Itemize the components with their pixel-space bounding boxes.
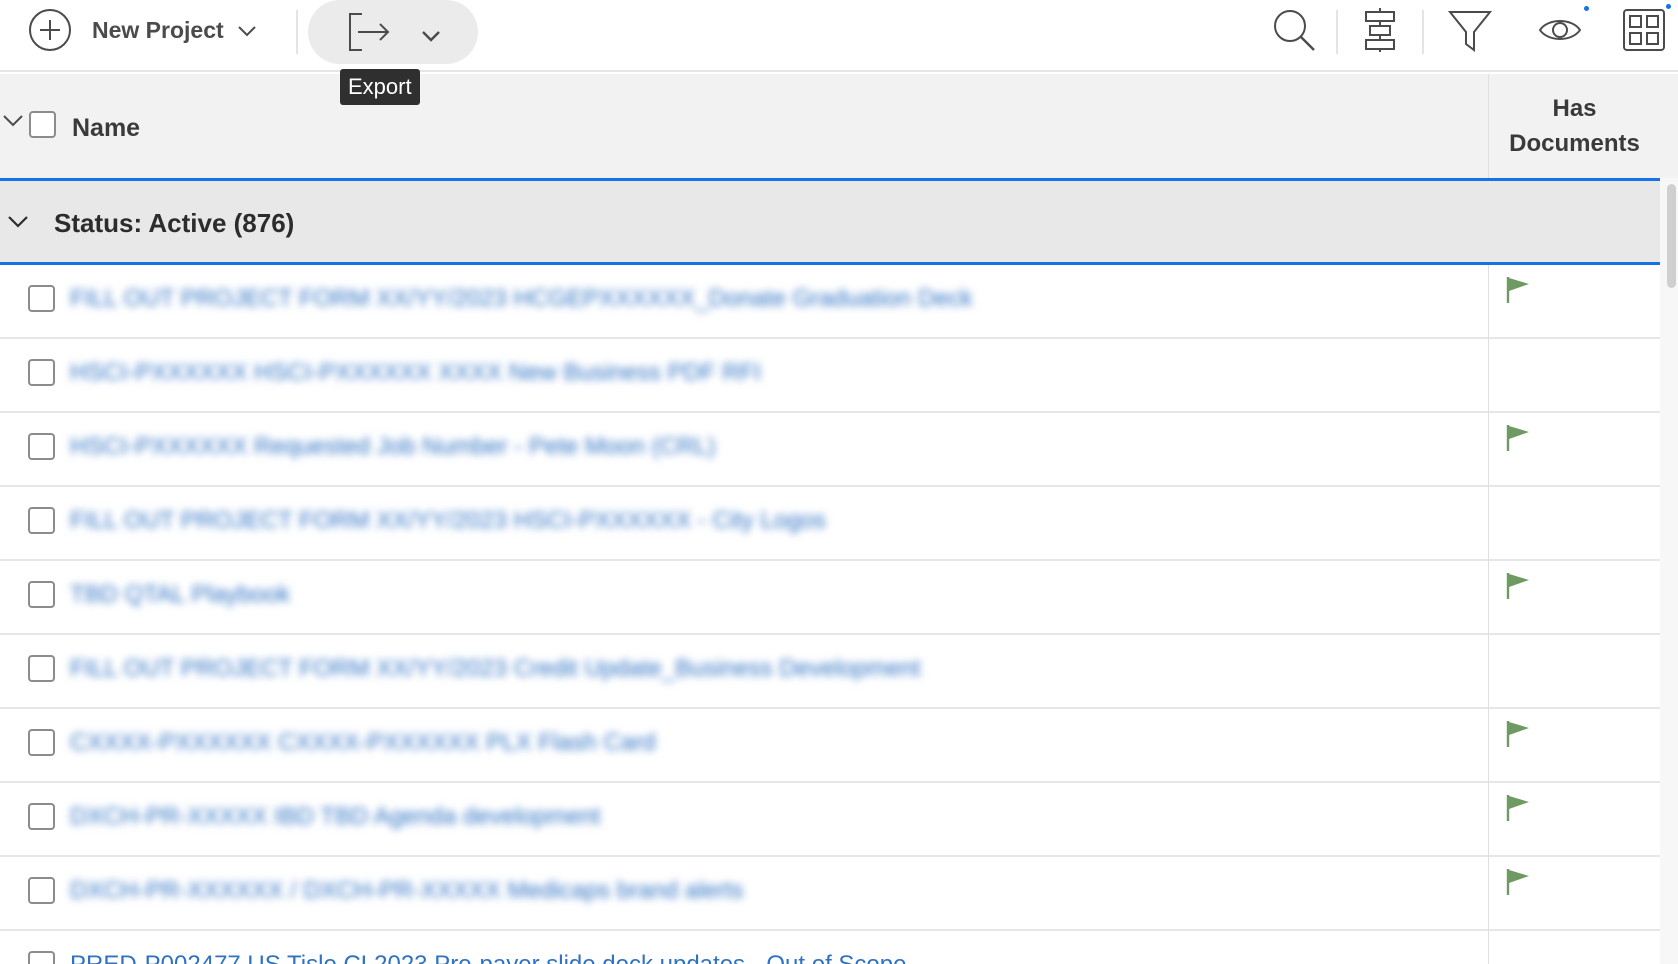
filter-icon[interactable] xyxy=(1446,6,1494,54)
table-header: Name Has Documents xyxy=(0,74,1678,178)
project-name-link[interactable]: PRED-P002477 US Tisle CL2023 Pre-payer s… xyxy=(70,951,906,964)
table-row[interactable]: CXXXX-PXXXXXX CXXXX-PXXXXXX PLX Flash Ca… xyxy=(0,709,1660,783)
toolbar-divider xyxy=(296,10,298,54)
flag-icon xyxy=(1506,573,1529,599)
row-checkbox[interactable] xyxy=(28,877,55,904)
chevron-down-icon xyxy=(237,26,256,37)
table-row[interactable]: DXCH-PR-XXXXXX / DXCH-PR-XXXXX Medicaps … xyxy=(0,857,1660,931)
row-checkbox[interactable] xyxy=(28,655,55,682)
table-row[interactable]: FILL OUT PROJECT FORM XX/YY/2023 HCGEPXX… xyxy=(0,265,1660,339)
table-row[interactable]: FILL OUT PROJECT FORM XX/YY/2023 Credit … xyxy=(0,635,1660,709)
vertical-scrollbar[interactable] xyxy=(1660,178,1678,964)
project-name-link[interactable]: CXXXX-PXXXXXX CXXXX-PXXXXXX PLX Flash Ca… xyxy=(70,729,656,757)
new-project-button[interactable]: New Project xyxy=(28,8,258,52)
has-documents-cell xyxy=(1488,931,1660,964)
row-checkbox[interactable] xyxy=(28,581,55,608)
has-documents-cell xyxy=(1488,413,1660,487)
new-project-label: New Project xyxy=(92,16,224,43)
search-icon[interactable] xyxy=(1270,6,1318,54)
row-checkbox[interactable] xyxy=(28,951,55,964)
export-icon xyxy=(349,13,390,51)
view-icon[interactable] xyxy=(1536,6,1584,54)
flag-icon xyxy=(1506,795,1529,821)
grid-icon[interactable] xyxy=(1620,6,1668,54)
has-documents-column-header[interactable]: Has Documents xyxy=(1488,74,1660,178)
has-documents-cell xyxy=(1488,635,1660,709)
project-name-link[interactable]: HSCI-PXXXXXX Requested Job Number - Pete… xyxy=(70,433,716,461)
project-name-link[interactable]: FILL OUT PROJECT FORM XX/YY/2023 Credit … xyxy=(70,655,921,683)
table-row[interactable]: HSCI-PXXXXXX HSCI-PXXXXXX XXXX New Busin… xyxy=(0,339,1660,413)
group-label: Status: Active (876) xyxy=(54,208,295,238)
toolbar: New Project xyxy=(0,0,1678,72)
row-checkbox[interactable] xyxy=(28,803,55,830)
row-checkbox[interactable] xyxy=(28,729,55,756)
project-name-link[interactable]: TBD QTAL Playbook xyxy=(70,581,290,609)
has-documents-cell xyxy=(1488,561,1660,635)
plus-circle-icon xyxy=(29,9,71,51)
export-button[interactable] xyxy=(308,0,478,64)
project-name-link[interactable]: FILL OUT PROJECT FORM XX/YY/2023 HSCI-PX… xyxy=(70,507,826,535)
notification-dot xyxy=(1666,4,1671,9)
project-name-link[interactable]: DXCH-PR-XXXXX IBD TBD Agenda development xyxy=(70,803,600,831)
select-all-checkbox[interactable] xyxy=(29,111,56,138)
scrollbar-thumb[interactable] xyxy=(1667,184,1676,288)
table-row[interactable]: HSCI-PXXXXXX Requested Job Number - Pete… xyxy=(0,413,1660,487)
flag-icon xyxy=(1506,869,1529,895)
flag-icon xyxy=(1506,277,1529,303)
has-documents-header-line2: Documents xyxy=(1509,130,1640,157)
has-documents-cell xyxy=(1488,783,1660,857)
flag-icon xyxy=(1506,721,1529,747)
has-documents-header-line1: Has xyxy=(1552,95,1597,122)
flag-icon xyxy=(1506,425,1529,451)
table-row[interactable]: FILL OUT PROJECT FORM XX/YY/2023 HSCI-PX… xyxy=(0,487,1660,561)
has-documents-cell xyxy=(1488,265,1660,339)
export-chevron-down-icon[interactable] xyxy=(420,24,442,46)
row-checkbox[interactable] xyxy=(28,507,55,534)
toolbar-divider xyxy=(1336,10,1338,54)
has-documents-cell xyxy=(1488,487,1660,561)
group-row-status-active[interactable]: Status: Active (876) xyxy=(0,178,1660,265)
notification-dot xyxy=(1584,6,1589,11)
table-row[interactable]: PRED-P002477 US Tisle CL2023 Pre-payer s… xyxy=(0,931,1660,964)
project-name-link[interactable]: FILL OUT PROJECT FORM XX/YY/2023 HCGEPXX… xyxy=(70,285,973,313)
export-tooltip: Export xyxy=(340,69,420,105)
table-row[interactable]: TBD QTAL Playbook xyxy=(0,561,1660,635)
has-documents-cell xyxy=(1488,709,1660,783)
row-checkbox[interactable] xyxy=(28,285,55,312)
has-documents-cell xyxy=(1488,339,1660,413)
row-checkbox[interactable] xyxy=(28,433,55,460)
toolbar-divider xyxy=(1422,10,1424,54)
collapse-all-chevron-icon[interactable] xyxy=(2,110,24,132)
project-name-link[interactable]: HSCI-PXXXXXX HSCI-PXXXXXX XXXX New Busin… xyxy=(70,359,761,387)
row-checkbox[interactable] xyxy=(28,359,55,386)
grouping-icon[interactable] xyxy=(1356,6,1404,54)
table-row[interactable]: DXCH-PR-XXXXX IBD TBD Agenda development xyxy=(0,783,1660,857)
group-chevron-down-icon[interactable] xyxy=(7,211,29,233)
name-column-header[interactable]: Name xyxy=(72,114,140,143)
has-documents-cell xyxy=(1488,857,1660,931)
project-name-link[interactable]: DXCH-PR-XXXXXX / DXCH-PR-XXXXX Medicaps … xyxy=(70,877,744,905)
